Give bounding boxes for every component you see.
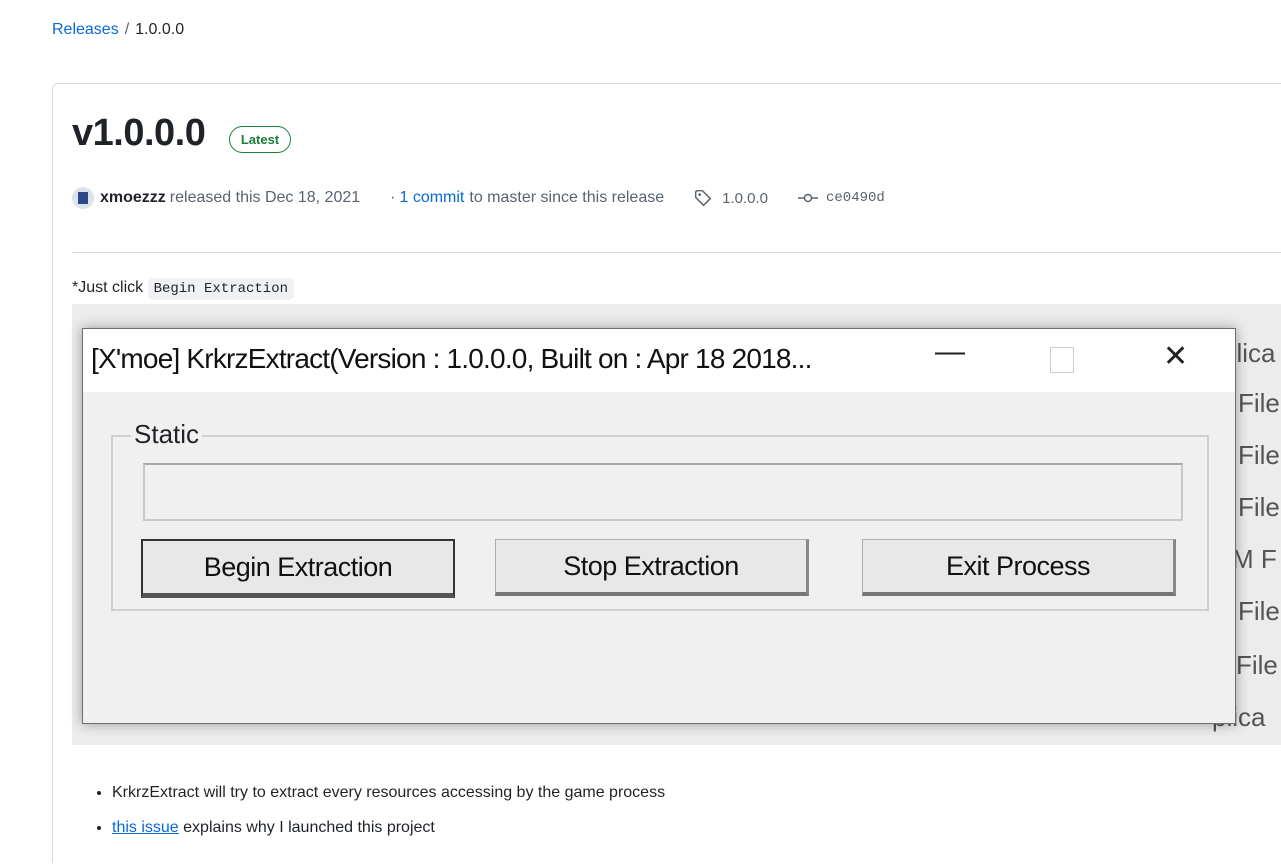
bg-fragment: File	[1238, 388, 1280, 418]
commit-hash-link[interactable]: ce0490d	[826, 190, 885, 206]
release-meta: xmoezzz released this Dec 18, 2021 · 1 c…	[72, 187, 885, 209]
exit-process-button[interactable]: Exit Process	[862, 539, 1176, 596]
divider	[72, 252, 1281, 253]
issue-link[interactable]: this issue	[112, 819, 179, 836]
breadcrumb-separator: /	[124, 21, 130, 38]
just-click-text: *Just click	[72, 279, 144, 296]
bg-fragment: File	[1236, 650, 1278, 680]
minimize-icon[interactable]: —	[935, 335, 965, 369]
window-titlebar[interactable]: [X'moe] KrkrzExtract(Version : 1.0.0.0, …	[83, 329, 1235, 392]
list-item: this issue explains why I launched this …	[112, 810, 665, 845]
release-title[interactable]: v1.0.0.0	[72, 112, 206, 155]
breadcrumb: Releases / 1.0.0.0	[52, 21, 184, 39]
latest-badge: Latest	[229, 126, 291, 153]
tag-link[interactable]: 1.0.0.0	[722, 190, 768, 207]
bg-fragment: File	[1238, 440, 1280, 470]
list-item: KrkrzExtract will try to extract every r…	[112, 775, 665, 810]
status-textbox[interactable]	[143, 463, 1183, 521]
begin-extraction-button[interactable]: Begin Extraction	[141, 539, 455, 598]
bg-fragment: M F	[1232, 544, 1277, 574]
krkrz-window: [X'moe] KrkrzExtract(Version : 1.0.0.0, …	[82, 328, 1236, 724]
commit-dot: ·	[390, 189, 396, 206]
breadcrumb-releases-link[interactable]: Releases	[52, 21, 119, 38]
avatar[interactable]	[72, 187, 94, 209]
instruction-text: *Just click Begin Extraction	[72, 278, 294, 300]
list-item-text: explains why I launched this project	[178, 819, 435, 836]
notes-list: KrkrzExtract will try to extract every r…	[92, 775, 665, 845]
maximize-icon[interactable]	[1050, 347, 1074, 373]
close-icon[interactable]: ✕	[1163, 339, 1188, 374]
author-link[interactable]: xmoezzz	[100, 189, 166, 207]
breadcrumb-current: 1.0.0.0	[135, 21, 185, 38]
inline-code: Begin Extraction	[147, 278, 294, 300]
commits-suffix: to master since this release	[469, 189, 665, 206]
bg-fragment: File	[1238, 596, 1280, 626]
commit-icon	[798, 193, 818, 203]
stop-extraction-button[interactable]: Stop Extraction	[495, 539, 809, 596]
released-text: released this Dec 18, 2021	[169, 189, 361, 206]
window-title: [X'moe] KrkrzExtract(Version : 1.0.0.0, …	[91, 343, 812, 374]
commits-link[interactable]: 1 commit	[399, 189, 464, 207]
tag-icon	[695, 189, 712, 207]
groupbox-label: Static	[131, 419, 203, 450]
bg-fragment: File	[1238, 492, 1280, 522]
